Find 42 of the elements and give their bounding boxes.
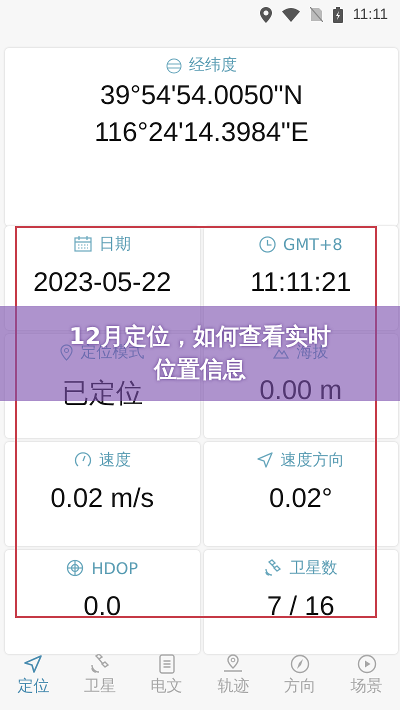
info-value: 0.00 m bbox=[259, 375, 342, 406]
clock-icon bbox=[258, 236, 276, 253]
info-value: 0.02° bbox=[269, 483, 332, 514]
info-value: 0.0 bbox=[83, 591, 122, 622]
location-icon bbox=[260, 6, 272, 23]
compass-icon bbox=[290, 654, 310, 674]
info-label: HDOP bbox=[91, 558, 138, 578]
navigation-arrow-icon bbox=[23, 654, 44, 674]
info-label: 日期 bbox=[98, 234, 131, 255]
play-icon bbox=[356, 654, 377, 674]
no-sim-icon bbox=[310, 7, 323, 22]
crosshair-icon bbox=[66, 559, 84, 578]
latitude-value: 39°54'54.0050"N bbox=[100, 78, 303, 112]
battery-icon bbox=[332, 6, 343, 23]
info-label: 卫星数 bbox=[289, 558, 338, 579]
satellite-icon bbox=[264, 559, 282, 578]
speedometer-icon bbox=[74, 451, 92, 470]
globe-icon bbox=[166, 58, 182, 74]
map-pin-icon bbox=[222, 654, 244, 674]
coordinates-label: 经纬度 bbox=[189, 55, 237, 76]
nav-tab[interactable]: 电文 bbox=[133, 654, 200, 710]
nav-tab[interactable]: 卫星 bbox=[66, 654, 134, 710]
info-value: 2023-05-22 bbox=[33, 267, 172, 298]
nav-tab[interactable]: 方向 bbox=[266, 654, 334, 710]
info-value: 已定位 bbox=[62, 377, 143, 410]
wifi-icon bbox=[282, 8, 300, 22]
calendar-icon bbox=[74, 236, 92, 252]
document-icon bbox=[156, 654, 177, 674]
location-pin-icon bbox=[60, 344, 74, 361]
nav-tab[interactable]: 轨迹 bbox=[200, 654, 267, 710]
info-label: GMT+8 bbox=[282, 234, 343, 254]
info-value: 0.02 m/s bbox=[50, 483, 154, 514]
nav-tab[interactable]: 定位 bbox=[0, 654, 67, 710]
satellite-icon bbox=[90, 654, 110, 674]
info-label: 速度 bbox=[98, 450, 131, 471]
info-value: 7 / 16 bbox=[266, 591, 335, 622]
info-value: 11:11:21 bbox=[250, 267, 352, 298]
info-label: 速度方向 bbox=[280, 450, 344, 471]
status-time: 11:11 bbox=[352, 6, 388, 24]
navigation-arrow-icon bbox=[257, 452, 274, 468]
longitude-value: 116°24'14.3984"E bbox=[94, 116, 309, 149]
nav-tab[interactable]: 场景 bbox=[333, 654, 400, 710]
